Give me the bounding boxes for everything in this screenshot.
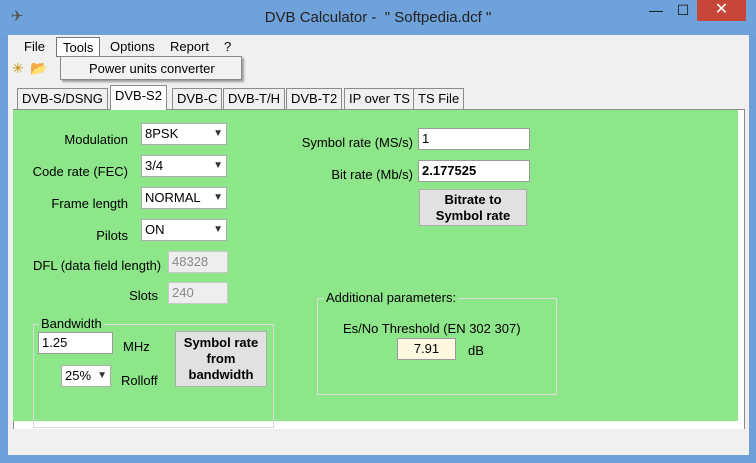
code-rate-value: 3/4: [145, 158, 164, 173]
maximize-button[interactable]: ☐: [670, 0, 696, 21]
symbol-rate-input[interactable]: 1: [418, 128, 530, 150]
tab-dvb-t2[interactable]: DVB-T2: [286, 88, 343, 109]
symbol-rate-label: Symbol rate (MS/s): [301, 135, 413, 150]
bandwidth-input[interactable]: 1.25: [38, 332, 113, 354]
status-bar: [8, 429, 749, 455]
db-unit-label: dB: [468, 343, 484, 358]
rolloff-select[interactable]: 25% ▼: [61, 365, 111, 387]
client-area: File Tools Options Report ? ✳ 📂 DVB-S/DS…: [8, 35, 749, 455]
tools-menu-dropdown: Power units converter: [60, 56, 242, 80]
slots-field: 240: [168, 282, 228, 304]
pilots-value: ON: [145, 222, 165, 237]
modulation-select[interactable]: 8PSK ▼: [141, 123, 227, 145]
dvb-s2-panel: Modulation 8PSK ▼ Code rate (FEC) 3/4 ▼ …: [13, 110, 738, 428]
close-button[interactable]: ✕: [697, 0, 746, 21]
minimize-button[interactable]: —: [643, 0, 669, 21]
frame-length-value: NORMAL: [145, 190, 201, 205]
tab-ts-file[interactable]: TS File: [413, 88, 465, 109]
frame-length-select[interactable]: NORMAL ▼: [141, 187, 227, 209]
chevron-down-icon: ▼: [97, 370, 107, 381]
frame-length-label: Frame length: [51, 196, 128, 211]
menu-item-power-units-converter[interactable]: Power units converter: [89, 61, 215, 76]
bit-rate-label: Bit rate (Mb/s): [331, 167, 413, 182]
chevron-down-icon: ▼: [213, 128, 223, 139]
chevron-down-icon: ▼: [213, 160, 223, 171]
dfl-field: 48328: [168, 251, 228, 273]
modulation-value: 8PSK: [145, 126, 179, 141]
button-line: Bitrate to: [444, 191, 502, 207]
tab-dvb-s-dsng[interactable]: DVB-S/DSNG: [17, 88, 108, 109]
code-rate-select[interactable]: 3/4 ▼: [141, 155, 227, 177]
button-line: from: [206, 351, 236, 366]
es-no-threshold-label: Es/No Threshold (EN 302 307): [343, 321, 521, 336]
bitrate-to-symbol-rate-button[interactable]: Bitrate to Symbol rate: [419, 189, 527, 226]
pilots-label: Pilots: [96, 228, 128, 243]
code-rate-label: Code rate (FEC): [32, 164, 128, 179]
menu-file[interactable]: File: [18, 37, 51, 57]
button-line: Symbol rate: [183, 335, 259, 350]
rolloff-value: 25%: [65, 368, 92, 383]
es-no-threshold-value: 7.91: [397, 338, 456, 360]
tab-dvb-t-h[interactable]: DVB-T/H: [223, 88, 285, 109]
symbol-rate-from-bandwidth-button[interactable]: Symbol rate from bandwidth: [175, 331, 267, 387]
additional-parameters-title: Additional parameters:: [324, 290, 459, 305]
pilots-select[interactable]: ON ▼: [141, 219, 227, 241]
tab-dvb-c[interactable]: DVB-C: [172, 88, 223, 109]
new-file-icon[interactable]: ✳: [12, 60, 29, 76]
dfl-label: DFL (data field length): [33, 258, 162, 273]
button-line: Symbol rate: [435, 207, 511, 223]
mhz-unit-label: MHz: [123, 339, 150, 354]
tab-dvb-s2[interactable]: DVB-S2: [110, 85, 167, 110]
menu-report[interactable]: Report: [164, 37, 215, 57]
rolloff-label: Rolloff: [121, 373, 158, 388]
chevron-down-icon: ▼: [213, 224, 223, 235]
bit-rate-input[interactable]: 2.177525: [418, 160, 530, 182]
menu-tools[interactable]: Tools: [56, 37, 101, 57]
menu-help[interactable]: ?: [218, 37, 237, 57]
chevron-down-icon: ▼: [213, 192, 223, 203]
modulation-label: Modulation: [64, 132, 128, 147]
button-line: bandwidth: [188, 367, 254, 382]
open-folder-icon[interactable]: 📂: [30, 60, 47, 76]
tab-ip-over-ts[interactable]: IP over TS: [344, 88, 415, 109]
bandwidth-group-title: Bandwidth: [39, 316, 104, 331]
menu-options[interactable]: Options: [104, 37, 161, 57]
slots-label: Slots: [129, 288, 158, 303]
